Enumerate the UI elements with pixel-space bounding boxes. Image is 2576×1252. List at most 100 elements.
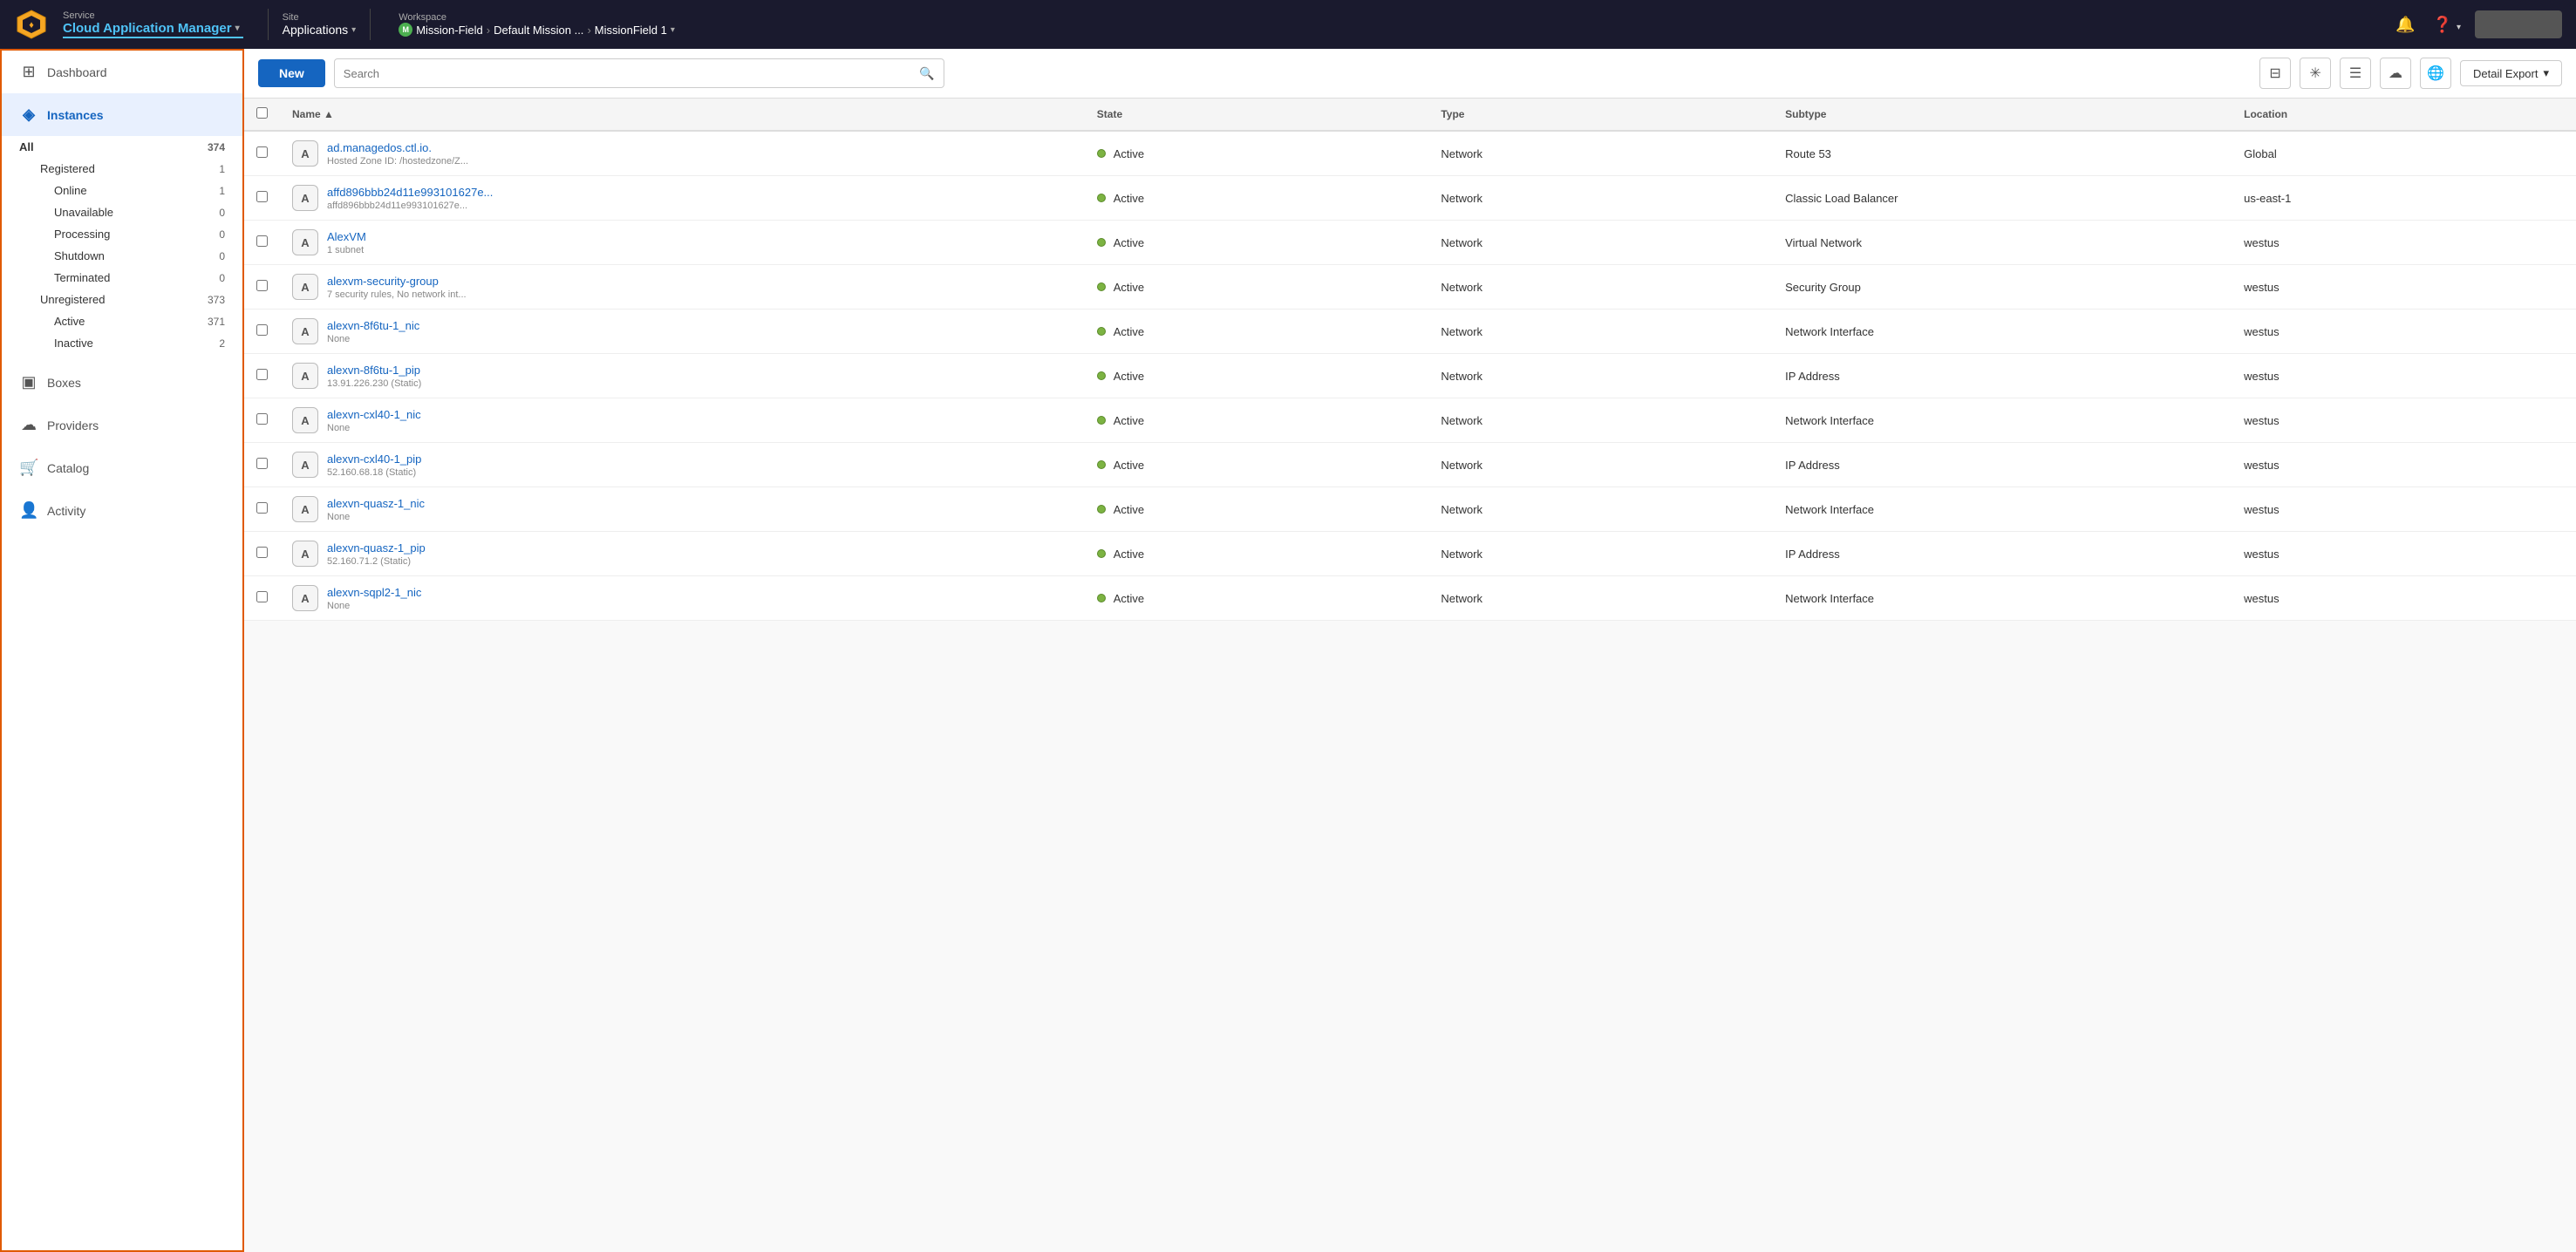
sidebar: ⊞ Dashboard ◈ Instances All 374 Register… <box>0 49 244 1252</box>
table-row: A alexvn-8f6tu-1_pip 13.91.226.230 (Stat… <box>244 354 2576 398</box>
subnav-inactive[interactable]: Inactive 2 <box>2 332 242 354</box>
service-name[interactable]: Cloud Application Manager ▾ <box>63 21 243 36</box>
catalog-icon: 🛒 <box>19 459 38 477</box>
workspace-path-1[interactable]: Mission-Field <box>416 24 483 37</box>
table-row: A AlexVM 1 subnet Active Network Virtual… <box>244 221 2576 265</box>
workspace-path-3[interactable]: MissionField 1 <box>595 24 667 37</box>
site-name[interactable]: Applications ▾ <box>283 23 357 37</box>
instance-name[interactable]: alexvn-cxl40-1_pip <box>327 452 421 466</box>
row-type-cell: Network <box>1428 576 1773 621</box>
status-dot <box>1097 149 1106 158</box>
workspace-path-2[interactable]: Default Mission ... <box>494 24 583 37</box>
sidebar-item-providers[interactable]: ☁ Providers <box>2 404 242 446</box>
instance-name[interactable]: alexvm-security-group <box>327 275 467 288</box>
notification-bell-button[interactable]: 🔔 <box>2392 12 2418 37</box>
row-checkbox[interactable] <box>256 324 268 336</box>
row-checkbox[interactable] <box>256 235 268 247</box>
nav-divider <box>268 9 269 40</box>
table-row: A alexvn-quasz-1_pip 52.160.71.2 (Static… <box>244 532 2576 576</box>
row-checkbox[interactable] <box>256 547 268 558</box>
row-subtype-cell: IP Address <box>1773 354 2232 398</box>
subnav-registered[interactable]: Registered 1 <box>2 158 242 180</box>
sidebar-item-instances[interactable]: ◈ Instances <box>2 93 242 136</box>
subnav-all[interactable]: All 374 <box>2 136 242 158</box>
sidebar-item-boxes[interactable]: ▣ Boxes <box>2 361 242 404</box>
row-subtype-cell: Network Interface <box>1773 487 2232 532</box>
row-state-cell: Active <box>1085 398 1429 443</box>
workspace-dropdown-arrow[interactable]: ▾ <box>671 25 675 35</box>
subnav-terminated-label: Terminated <box>54 271 110 284</box>
top-nav-right: 🔔 ❓ ▾ <box>2392 10 2562 38</box>
row-checkbox-cell <box>244 443 280 487</box>
row-checkbox[interactable] <box>256 191 268 202</box>
instance-name[interactable]: alexvn-sqpl2-1_nic <box>327 586 421 599</box>
row-checkbox[interactable] <box>256 502 268 514</box>
row-state-cell: Active <box>1085 131 1429 176</box>
subnav-shutdown[interactable]: Shutdown 0 <box>2 245 242 267</box>
row-type-cell: Network <box>1428 131 1773 176</box>
row-type-cell: Network <box>1428 176 1773 221</box>
sidebar-item-catalog[interactable]: 🛒 Catalog <box>2 446 242 489</box>
globe-button[interactable]: 🌐 <box>2420 58 2451 89</box>
row-checkbox[interactable] <box>256 280 268 291</box>
search-input[interactable] <box>344 67 920 80</box>
subnav-inactive-label: Inactive <box>54 337 93 350</box>
instance-name[interactable]: alexvn-quasz-1_pip <box>327 541 426 555</box>
subnav-unavailable-count: 0 <box>219 207 225 219</box>
row-location-cell: westus <box>2232 487 2576 532</box>
select-all-header <box>244 99 280 131</box>
select-all-checkbox[interactable] <box>256 107 268 119</box>
instance-name[interactable]: AlexVM <box>327 230 366 243</box>
col-header-state[interactable]: State <box>1085 99 1429 131</box>
sidebar-item-dashboard[interactable]: ⊞ Dashboard <box>2 51 242 93</box>
help-button[interactable]: ❓ ▾ <box>2429 12 2464 37</box>
app-logo[interactable]: ♦ <box>14 7 49 42</box>
instance-name[interactable]: ad.managedos.ctl.io. <box>327 141 468 154</box>
cloud-button[interactable]: ☁ <box>2380 58 2411 89</box>
instance-name[interactable]: alexvn-8f6tu-1_nic <box>327 319 419 332</box>
row-checkbox[interactable] <box>256 591 268 602</box>
row-checkbox[interactable] <box>256 369 268 380</box>
subnav-online[interactable]: Online 1 <box>2 180 242 201</box>
table-row: A alexvn-sqpl2-1_nic None Active Network… <box>244 576 2576 621</box>
col-header-subtype[interactable]: Subtype <box>1773 99 2232 131</box>
subnav-unavailable[interactable]: Unavailable 0 <box>2 201 242 223</box>
new-button[interactable]: New <box>258 59 325 87</box>
row-location-cell: westus <box>2232 310 2576 354</box>
row-checkbox[interactable] <box>256 458 268 469</box>
subnav-terminated[interactable]: Terminated 0 <box>2 267 242 289</box>
filter-button[interactable]: ⊟ <box>2259 58 2291 89</box>
col-header-location[interactable]: Location <box>2232 99 2576 131</box>
row-state-cell: Active <box>1085 443 1429 487</box>
subnav-processing[interactable]: Processing 0 <box>2 223 242 245</box>
subnav-unregistered[interactable]: Unregistered 373 <box>2 289 242 310</box>
table-row: A alexvn-cxl40-1_pip 52.160.68.18 (Stati… <box>244 443 2576 487</box>
subnav-active[interactable]: Active 371 <box>2 310 242 332</box>
instance-name[interactable]: affd896bbb24d11e993101627e... <box>327 186 493 199</box>
service-dropdown-arrow[interactable]: ▾ <box>235 24 240 33</box>
detail-export-button[interactable]: Detail Export ▾ <box>2460 60 2562 86</box>
col-header-type[interactable]: Type <box>1428 99 1773 131</box>
instance-name[interactable]: alexvn-quasz-1_nic <box>327 497 425 510</box>
row-checkbox[interactable] <box>256 413 268 425</box>
row-checkbox-cell <box>244 265 280 310</box>
instance-avatar: A <box>292 274 318 300</box>
subnav-registered-count: 1 <box>219 163 225 175</box>
instances-icon: ◈ <box>19 105 38 124</box>
boxes-icon: ▣ <box>19 373 38 391</box>
row-checkbox[interactable] <box>256 146 268 158</box>
settings-button[interactable]: ✳ <box>2300 58 2331 89</box>
user-account-button[interactable] <box>2475 10 2562 38</box>
status-dot <box>1097 505 1106 514</box>
instance-name[interactable]: alexvn-8f6tu-1_pip <box>327 364 421 377</box>
list-view-button[interactable]: ☰ <box>2340 58 2371 89</box>
site-dropdown-arrow[interactable]: ▾ <box>351 25 356 35</box>
instance-name[interactable]: alexvn-cxl40-1_nic <box>327 408 421 421</box>
row-state-cell: Active <box>1085 487 1429 532</box>
row-location-cell: westus <box>2232 532 2576 576</box>
sidebar-item-activity[interactable]: 👤 Activity <box>2 489 242 532</box>
status-label: Active <box>1114 592 1144 605</box>
col-header-name[interactable]: Name ▲ <box>280 99 1085 131</box>
row-state-cell: Active <box>1085 576 1429 621</box>
row-subtype-cell: Route 53 <box>1773 131 2232 176</box>
